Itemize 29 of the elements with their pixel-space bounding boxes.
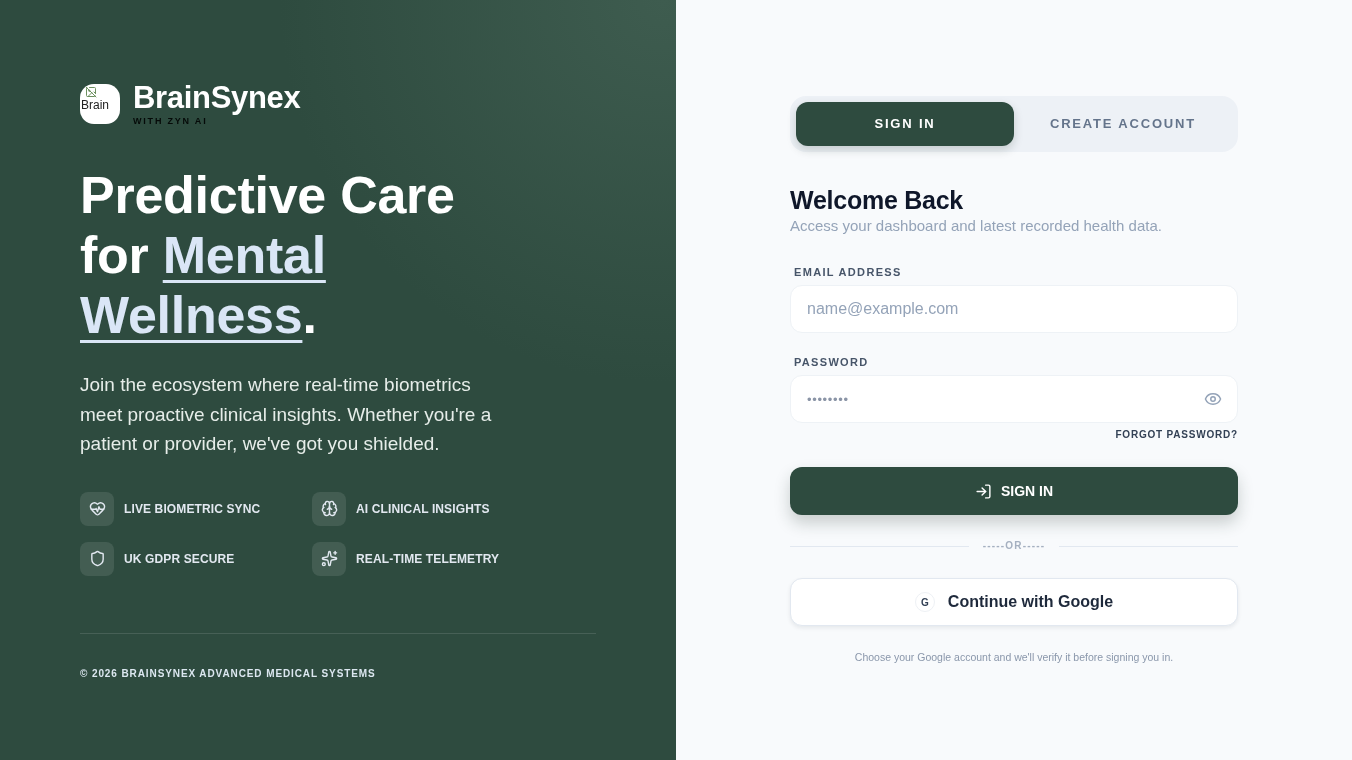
- logo-alt-text: Brain: [81, 98, 109, 112]
- field-label: PASSWORD: [793, 355, 870, 370]
- login-arrow-icon: [974, 482, 992, 500]
- form-title: Welcome Back: [790, 185, 964, 215]
- shield-icon: [80, 541, 114, 576]
- hero-description: Join the ecosystem where real-time biometrics meet proactive clinical insights. Whether you're a patient or provider, we've got you shielded.: [80, 373, 493, 456]
- google-button[interactable]: G Continue with Google: [790, 578, 1238, 626]
- feature-label: REAL-TIME TELEMETRY: [356, 550, 500, 568]
- tab[interactable]: SIGN IN: [796, 102, 1014, 146]
- forgot-password-link[interactable]: FORGOT PASSWORD?: [1115, 429, 1238, 441]
- sparkles-icon: [312, 541, 346, 576]
- eye-icon[interactable]: [1204, 390, 1222, 408]
- sign-in-button[interactable]: SIGN IN: [790, 467, 1238, 515]
- field-label: EMAIL ADDRESS: [793, 265, 903, 280]
- divider-text: -----OR-----: [982, 539, 1046, 553]
- tab[interactable]: CREATE ACCOUNT: [1014, 102, 1232, 146]
- brand-name: BrainSynex: [133, 83, 301, 113]
- email-field[interactable]: name@example.com: [790, 285, 1238, 333]
- broken-image-icon: [85, 86, 97, 98]
- copyright-text: © 2026 BRAINSYNEX ADVANCED MEDICAL SYSTEMS: [80, 666, 377, 681]
- brand-tagline: WITH ZYN AI: [133, 116, 209, 127]
- feature-label: UK GDPR SECURE: [124, 550, 235, 568]
- feature-label: LIVE BIOMETRIC SYNC: [124, 500, 261, 518]
- form-subtitle: Access your dashboard and latest recorded health data.: [790, 216, 1163, 236]
- brain-icon: [312, 491, 346, 526]
- headline: Predictive Care for Mental Wellness.: [80, 165, 456, 345]
- google-note: Choose your Google account and we'll verify it before signing you in.: [853, 651, 1175, 663]
- feature-label: AI CLINICAL INSIGHTS: [356, 500, 490, 518]
- heart-pulse-icon: [80, 491, 114, 526]
